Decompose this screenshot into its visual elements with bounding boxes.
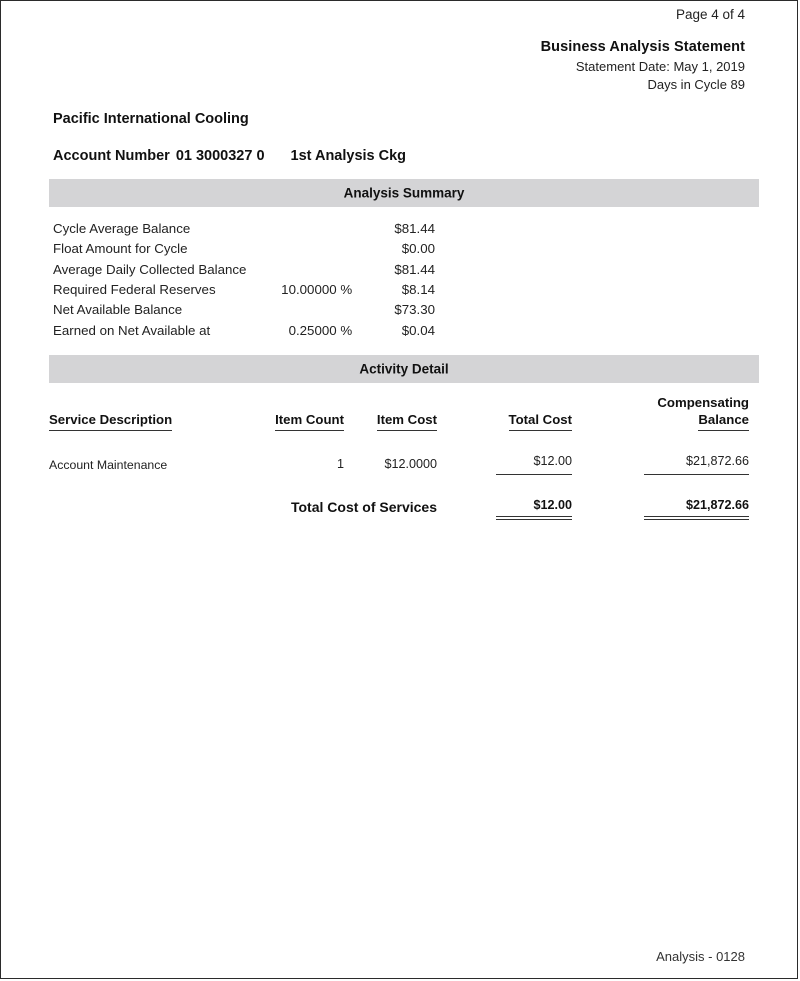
table-header-row: Service Description Item Count Item Cost… — [49, 394, 749, 433]
column-header-item-cost: Item Cost — [344, 394, 437, 433]
summary-label: Average Daily Collected Balance — [53, 261, 247, 277]
item-count: 1 — [336, 456, 344, 471]
column-header-compensating-balance: Compensating Balance — [572, 394, 749, 433]
activity-detail-band: Activity Detail — [49, 355, 759, 383]
statement-page: Page 4 of 4 Business Analysis Statement … — [0, 0, 798, 979]
summary-rate: 0.25000 % — [288, 322, 353, 338]
company-name: Pacific International Cooling — [53, 111, 249, 127]
spacer-row — [49, 433, 749, 453]
compensating-balance-line1: Compensating — [657, 395, 749, 410]
summary-rate — [246, 301, 352, 321]
summary-rate — [246, 261, 352, 281]
summary-amount: $73.30 — [394, 302, 435, 318]
item-cost: $12.0000 — [384, 456, 437, 471]
document-header: Business Analysis Statement Statement Da… — [541, 37, 745, 94]
column-header-total-cost: Total Cost — [437, 394, 572, 433]
compensating-balance-line2: Balance — [698, 411, 749, 432]
column-header-item-count: Item Count — [254, 394, 344, 433]
account-type: 1st Analysis Ckg — [290, 148, 407, 164]
account-number-value: 01 3000327 0 — [175, 148, 265, 164]
table-row: Account Maintenance 1 $12.0000 $12.00 $2… — [49, 453, 749, 475]
account-number-label: Account Number — [53, 148, 170, 164]
table-row: Average Daily Collected Balance $81.44 — [53, 261, 435, 281]
page-indicator: Page 4 of 4 — [675, 7, 745, 22]
compensating-balance: $21,872.66 — [572, 453, 749, 475]
summary-label: Float Amount for Cycle — [53, 241, 188, 257]
table-row: Required Federal Reserves 10.00000 % $8.… — [53, 281, 435, 301]
summary-label: Earned on Net Available at — [53, 322, 211, 338]
statement-date: Statement Date: May 1, 2019 — [575, 58, 745, 74]
analysis-summary-title: Analysis Summary — [343, 185, 465, 201]
summary-amount: $81.44 — [394, 261, 435, 277]
totals-row: Total Cost of Services $12.00 $21,872.66 — [49, 475, 749, 521]
analysis-summary-table: Cycle Average Balance $81.44 Float Amoun… — [53, 220, 435, 342]
column-header-service: Service Description — [49, 394, 254, 433]
summary-rate — [246, 220, 352, 240]
totals-total-cost: $12.00 — [437, 475, 572, 521]
analysis-summary-band: Analysis Summary — [49, 179, 759, 207]
service-description: Account Maintenance — [49, 458, 168, 472]
summary-amount: $8.14 — [401, 282, 435, 298]
summary-rate: 10.00000 % — [281, 282, 353, 298]
table-row: Float Amount for Cycle $0.00 — [53, 240, 435, 260]
total-cost: $12.00 — [437, 453, 572, 475]
summary-label: Required Federal Reserves — [53, 282, 216, 298]
table-row: Earned on Net Available at 0.25000 % $0.… — [53, 322, 435, 342]
summary-label: Cycle Average Balance — [53, 221, 191, 236]
summary-label: Net Available Balance — [53, 302, 183, 318]
activity-detail-table: Service Description Item Count Item Cost… — [49, 394, 749, 521]
summary-rate — [246, 240, 352, 260]
totals-compensating-balance: $21,872.66 — [572, 475, 749, 521]
summary-amount: $81.44 — [394, 221, 435, 236]
days-in-cycle: Days in Cycle 89 — [647, 77, 745, 93]
page-footer: Analysis - 0128 — [656, 949, 745, 964]
page-title: Business Analysis Statement — [540, 39, 745, 55]
table-row: Cycle Average Balance $81.44 — [53, 220, 435, 240]
summary-amount: $0.00 — [401, 241, 435, 257]
totals-label: Total Cost of Services — [290, 498, 437, 515]
table-row: Net Available Balance $73.30 — [53, 301, 435, 321]
summary-amount: $0.04 — [401, 322, 435, 338]
activity-detail-title: Activity Detail — [359, 361, 449, 377]
account-line: Account Number 01 3000327 0 1st Analysis C… — [53, 148, 406, 164]
